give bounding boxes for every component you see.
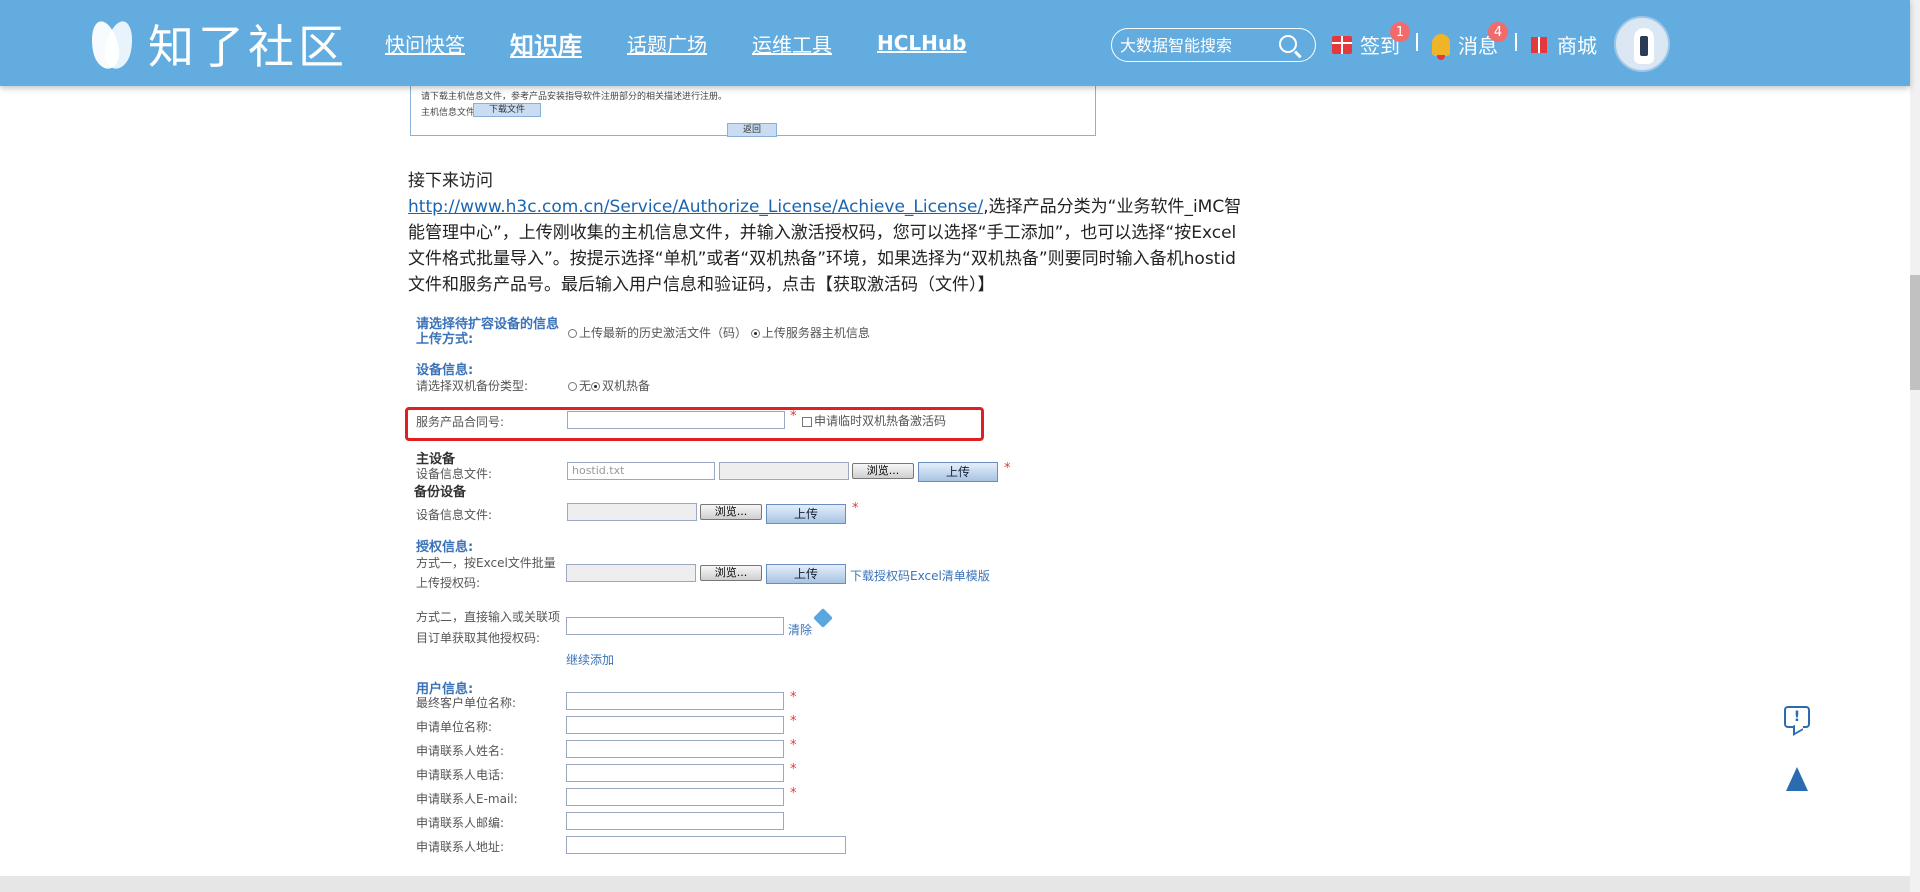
horizontal-scrollbar[interactable] (0, 876, 1910, 892)
backup-device-file-input (567, 503, 697, 521)
user-field-label: 申请联系人姓名: (416, 744, 505, 758)
shop-item[interactable]: 商城 (1531, 30, 1597, 59)
main-device-file-name: hostid.txt (567, 462, 715, 480)
user-field-input (566, 764, 784, 782)
main-device-file-input (719, 462, 849, 480)
main-nav: 快问快答 知识库 话题广场 运维工具 HCLHub (385, 0, 1011, 86)
backup-type-label: 请选择双机备份类型: (416, 379, 529, 393)
nav-quick-qa[interactable]: 快问快答 (385, 29, 465, 58)
method1-file-input (566, 564, 696, 582)
method2-label-a: 方式二，直接输入或关联项 (416, 610, 561, 624)
backup-upload-button: 上传 (766, 504, 846, 524)
article-intro: 接下来访问 (408, 171, 493, 191)
article-paragraph: http://www.h3c.com.cn/Service/Authorize_… (408, 194, 1250, 298)
upload-method-label: 请选择待扩容设备的信息上传方式: (416, 317, 560, 347)
required-mark: * (790, 762, 797, 777)
method1-label-b: 上传授权码: (416, 576, 481, 590)
radio-selected-icon (750, 329, 760, 338)
main-device-file-label: 设备信息文件: (416, 467, 493, 481)
radio-icon (568, 382, 577, 391)
user-field-input (566, 812, 784, 830)
page-scrollbar[interactable] (1910, 0, 1920, 892)
feedback-icon[interactable]: ! (1784, 706, 1810, 728)
upload-opt1-label: 上传最新的历史激活文件（码） (579, 326, 748, 340)
radio-icon (568, 329, 577, 338)
back-button: 返回 (727, 123, 777, 137)
signin-badge: 1 (1390, 22, 1410, 42)
messages-item[interactable]: 消息 4 (1432, 22, 1508, 60)
user-avatar[interactable] (1614, 16, 1670, 72)
header-divider (1515, 33, 1517, 51)
article-content: 请下载主机信息文件，参考产品安装指导软件注册部分的相关描述进行注册。 主机信息文… (0, 76, 1910, 876)
hint-text: 请下载主机信息文件，参考产品安装指导软件注册部分的相关描述进行注册。 (421, 92, 728, 102)
required-mark: * (1004, 461, 1011, 476)
device-info-section: 设备信息: (416, 363, 474, 378)
backup-none-label: 无 (579, 379, 592, 393)
shop-gift-icon (1531, 36, 1547, 53)
upload-method-options: 上传最新的历史激活文件（码） 上传服务器主机信息 (568, 324, 870, 341)
header-divider (1416, 33, 1418, 51)
nav-ops-tools[interactable]: 运维工具 (752, 29, 832, 58)
required-mark: * (790, 714, 797, 729)
user-field-label: 最终客户单位名称: (416, 696, 517, 710)
search-input[interactable] (1120, 35, 1270, 55)
backup-browse-button: 浏览... (700, 504, 762, 520)
user-field-input (566, 716, 784, 734)
user-field-input (566, 740, 784, 758)
download-file-button: 下载文件 (473, 103, 541, 117)
shop-label: 商城 (1557, 34, 1597, 58)
logo-text: 知了社区 (148, 20, 348, 74)
user-field-label: 申请联系人电话: (416, 768, 505, 782)
radio-selected-icon (591, 382, 601, 391)
main-browse-button: 浏览... (852, 463, 914, 479)
nav-hclhub[interactable]: HCLHub (877, 31, 966, 55)
main-upload-button: 上传 (918, 462, 998, 482)
upload-opt2-label: 上传服务器主机信息 (761, 326, 870, 340)
bell-icon (1432, 33, 1450, 60)
required-mark: * (790, 738, 797, 753)
messages-badge: 4 (1488, 22, 1508, 42)
user-field-input (566, 692, 784, 710)
required-mark: * (790, 690, 797, 705)
required-mark: * (852, 501, 859, 516)
eraser-icon (813, 608, 833, 628)
user-field-label: 申请联系人E-mail: (416, 792, 518, 806)
nav-knowledge-base[interactable]: 知识库 (510, 26, 582, 61)
method2-code-input (566, 617, 784, 635)
clear-link: 清除 (788, 623, 813, 637)
cicada-logo-icon (87, 17, 137, 72)
top-header: 知了社区 快问快答 知识库 话题广场 运维工具 HCLHub 签到 1 消息 4… (0, 0, 1910, 86)
required-mark: * (790, 786, 797, 801)
scrollbar-thumb[interactable] (1910, 275, 1920, 390)
continue-add-link: 继续添加 (566, 653, 615, 667)
license-section: 授权信息: (416, 540, 474, 555)
backup-type-options: 无双机热备 (568, 377, 650, 394)
user-field-input (566, 836, 846, 854)
back-to-top-icon[interactable] (1786, 767, 1808, 791)
host-info-label: 主机信息文件 (421, 108, 476, 118)
method2-label-b: 目订单获取其他授权码: (416, 631, 541, 645)
signin-gift-icon (1332, 35, 1352, 54)
highlight-annotation (405, 407, 984, 441)
method1-label-a: 方式一，按Excel文件批量 (416, 556, 556, 570)
user-field-input (566, 788, 784, 806)
search-icon[interactable] (1279, 35, 1297, 53)
site-logo[interactable]: 知了社区 (87, 14, 348, 74)
signin-item[interactable]: 签到 1 (1332, 22, 1410, 59)
method1-browse-button: 浏览... (700, 565, 762, 581)
user-field-label: 申请联系人邮编: (416, 816, 505, 830)
nav-topic-square[interactable]: 话题广场 (627, 29, 707, 58)
backup-hot-label: 双机热备 (602, 379, 651, 393)
search-box (1111, 28, 1316, 62)
backup-device-section: 备份设备 (414, 485, 467, 500)
user-field-label: 申请单位名称: (416, 720, 493, 734)
user-field-label: 申请联系人地址: (416, 840, 505, 854)
download-template-link: 下载授权码Excel清单模版 (850, 569, 990, 583)
license-link[interactable]: http://www.h3c.com.cn/Service/Authorize_… (408, 197, 983, 217)
method1-upload-button: 上传 (766, 564, 846, 584)
backup-device-file-label: 设备信息文件: (416, 508, 493, 522)
